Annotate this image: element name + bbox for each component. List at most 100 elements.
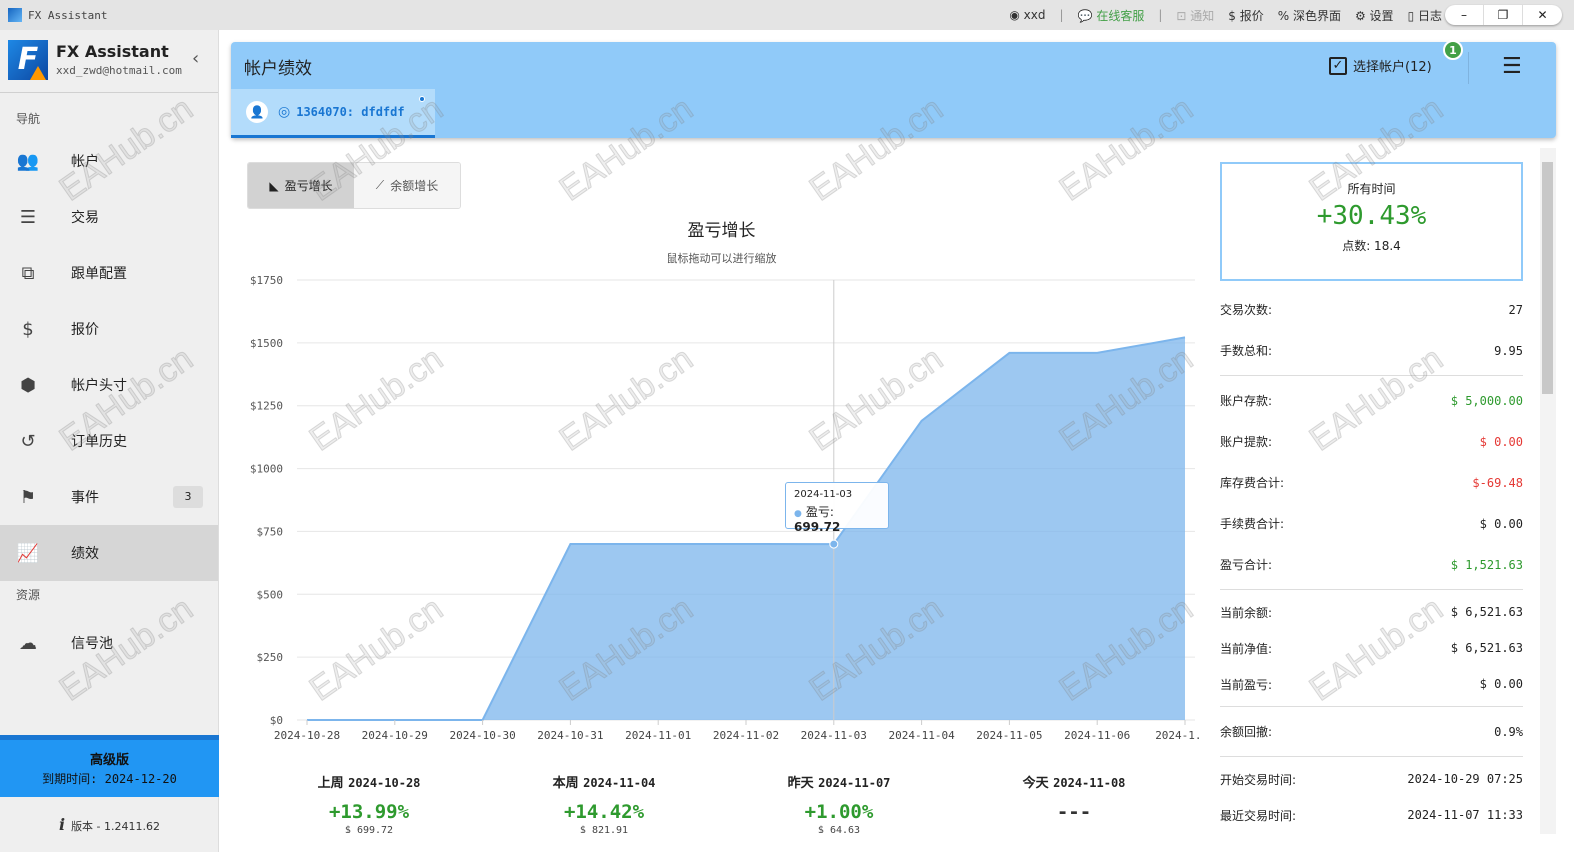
page-title: 帐户绩效: [244, 59, 312, 79]
stat-value: 9.95: [1494, 343, 1523, 358]
stat-label: 当前盈亏:: [1220, 677, 1273, 692]
sidebar-item-label: 报价: [71, 322, 99, 338]
sidebar-item-label: 跟单配置: [71, 266, 127, 282]
stat-label: 手续费合计:: [1220, 517, 1285, 531]
stat-row: 当前余额: $ 6,521.63: [1220, 594, 1523, 630]
pnl-growth-button[interactable]: ◣ 盈亏增长: [248, 163, 354, 208]
notify-button[interactable]: ⊡ 通知: [1176, 7, 1214, 24]
chart-type-toggle: ◣ 盈亏增长 ⟋ 余额增长: [247, 162, 461, 209]
sidebar-item-6[interactable]: ⚑ 事件 3: [0, 469, 218, 525]
nav-icon: 👥: [16, 150, 40, 172]
collapse-sidebar-icon[interactable]: ‹: [192, 48, 199, 69]
sidebar-item-7[interactable]: 📈 绩效: [0, 525, 218, 581]
y-tick-label: $1500: [250, 337, 283, 350]
y-tick-label: $1000: [250, 463, 283, 476]
x-tick-label: 2024-11-02: [713, 729, 779, 742]
sidebar: F FX Assistant xxd_zwd@hotmail.com ‹ 导航 …: [0, 30, 219, 852]
stat-value: $ 1,521.63: [1450, 557, 1523, 572]
x-tick-label: 2024-11-06: [1064, 729, 1130, 742]
separator: |: [1158, 8, 1163, 22]
quote-button[interactable]: $ 报价: [1228, 7, 1263, 24]
area-chart-icon: ◣: [269, 178, 279, 193]
tooltip-date: 2024-11-03: [794, 489, 853, 500]
summary-percent: +30.43%: [1316, 201, 1427, 231]
divider: [1220, 375, 1523, 376]
sidebar-item-label: 帐户头寸: [71, 378, 127, 394]
area-fill: [307, 337, 1185, 720]
sidebar-item-5[interactable]: ↺ 订单历史: [0, 413, 218, 469]
stat-label: 盈亏合计:: [1220, 558, 1273, 572]
select-accounts-button[interactable]: ✓ 选择帐户(12): [1329, 56, 1432, 75]
sidebar-item-signal-pool[interactable]: ☁ 信号池: [0, 615, 218, 671]
sidebar-item-label: 订单历史: [71, 434, 127, 450]
account-label: 1364070: dfdfdf: [296, 105, 405, 119]
divider: [1220, 706, 1523, 707]
window-title: FX Assistant: [28, 8, 108, 22]
stat-row: 当前净值: $ 6,521.63: [1220, 630, 1523, 666]
stat-row: 手数总和: 9.95: [1220, 330, 1523, 371]
close-button[interactable]: ✕: [1523, 5, 1562, 25]
nav-icon: ⬢: [20, 374, 36, 396]
version-info: i 版本 - 1.2411.62: [58, 815, 161, 834]
stat-value: 27: [1508, 302, 1523, 317]
resources-section-label: 资源: [16, 588, 41, 602]
stat-label: 当前余额:: [1220, 605, 1273, 620]
user-menu[interactable]: ◉ xxd: [1009, 8, 1045, 22]
page-header: 帐户绩效 👤 ◎ 1364070: dfdfdf ✓ 选择帐户(12) 1 ☰: [231, 40, 1556, 138]
account-tab[interactable]: 👤 ◎ 1364070: dfdfdf: [231, 89, 435, 138]
nav-icon: 📈: [16, 542, 40, 564]
sidebar-item-4[interactable]: ⬢ 帐户头寸: [0, 357, 218, 413]
stat-row: 余额回撤: 0.9%: [1220, 711, 1523, 752]
pnl-chart[interactable]: $0 $250 $500 $750 $1000 $1250 $1500 $1750 2024-1…: [240, 265, 1200, 750]
stat-value: $ 0.00: [1479, 677, 1523, 691]
sidebar-item-label: 事件: [71, 490, 99, 506]
x-tick-label: 2024-11-05: [976, 729, 1042, 742]
sidebar-item-0[interactable]: 👥 帐户: [0, 133, 218, 189]
cloud-icon: ☁: [19, 632, 37, 654]
signal-icon: ◎: [278, 104, 291, 120]
balance-growth-button[interactable]: ⟋ 余额增长: [354, 163, 460, 208]
plan-banner: 高级版 到期时间: 2024-12-20: [0, 735, 219, 797]
log-button[interactable]: ▯ 日志: [1408, 7, 1442, 24]
all-time-summary: 所有时间 +30.43% 点数: 18.4: [1220, 162, 1523, 281]
divider: [1220, 589, 1523, 590]
sidebar-item-3[interactable]: $ 报价: [0, 301, 218, 357]
plan-expiry: 到期时间: 2024-12-20: [42, 772, 177, 786]
x-tick-label: 2024-10-30: [449, 729, 515, 742]
sidebar-item-label: 交易: [71, 210, 99, 226]
summary-label: 所有时间: [1347, 182, 1396, 196]
menu-icon[interactable]: ☰: [1502, 54, 1522, 79]
nav-icon: ☰: [19, 206, 37, 228]
period-0: 上周 2024-10-28 +13.99% $ 699.72: [317, 776, 421, 833]
stat-row: 盈亏合计: $ 1,521.63: [1220, 544, 1523, 585]
settings-button[interactable]: ⚙ 设置: [1355, 7, 1394, 24]
stat-value: $ 6,521.63: [1450, 641, 1523, 655]
separator: |: [1059, 8, 1064, 22]
scrollbar-thumb[interactable]: [1542, 162, 1553, 394]
x-tick-label: 2024-10-28: [274, 729, 340, 742]
sidebar-item-label: 帐户: [71, 154, 99, 170]
stat-value: 0.9%: [1494, 724, 1523, 739]
dark-mode-button[interactable]: % 深色界面: [1278, 7, 1341, 24]
support-button[interactable]: 💬 在线客服: [1078, 7, 1145, 24]
maximize-button[interactable]: ❐: [1484, 5, 1523, 25]
scrollbar[interactable]: [1540, 148, 1556, 834]
y-tick-label: $750: [257, 525, 284, 538]
stat-row: 最近交易时间: 2024-11-07 11:33: [1220, 797, 1523, 833]
divider: [1468, 52, 1469, 84]
nav-icon: ⚑: [19, 486, 37, 508]
stat-value: $ 0.00: [1479, 516, 1523, 531]
chart-title: 盈亏增长: [687, 221, 756, 241]
status-dot: [419, 96, 425, 102]
stat-row: 当前盈亏: $ 0.00: [1220, 666, 1523, 702]
sidebar-item-1[interactable]: ☰ 交易: [0, 189, 218, 245]
stat-label: 库存费合计:: [1220, 476, 1285, 490]
stat-row: 账户提款: $ 0.00: [1220, 421, 1523, 462]
sidebar-item-2[interactable]: ⧉ 跟单配置: [0, 245, 218, 301]
stat-row: 库存费合计: $-69.48: [1220, 462, 1523, 503]
app-name: FX Assistant: [56, 42, 169, 61]
minimize-button[interactable]: –: [1445, 5, 1484, 25]
stat-value: $ 6,521.63: [1450, 605, 1523, 619]
stat-label: 余额回撤:: [1220, 725, 1273, 739]
app-logo: F: [8, 40, 48, 80]
